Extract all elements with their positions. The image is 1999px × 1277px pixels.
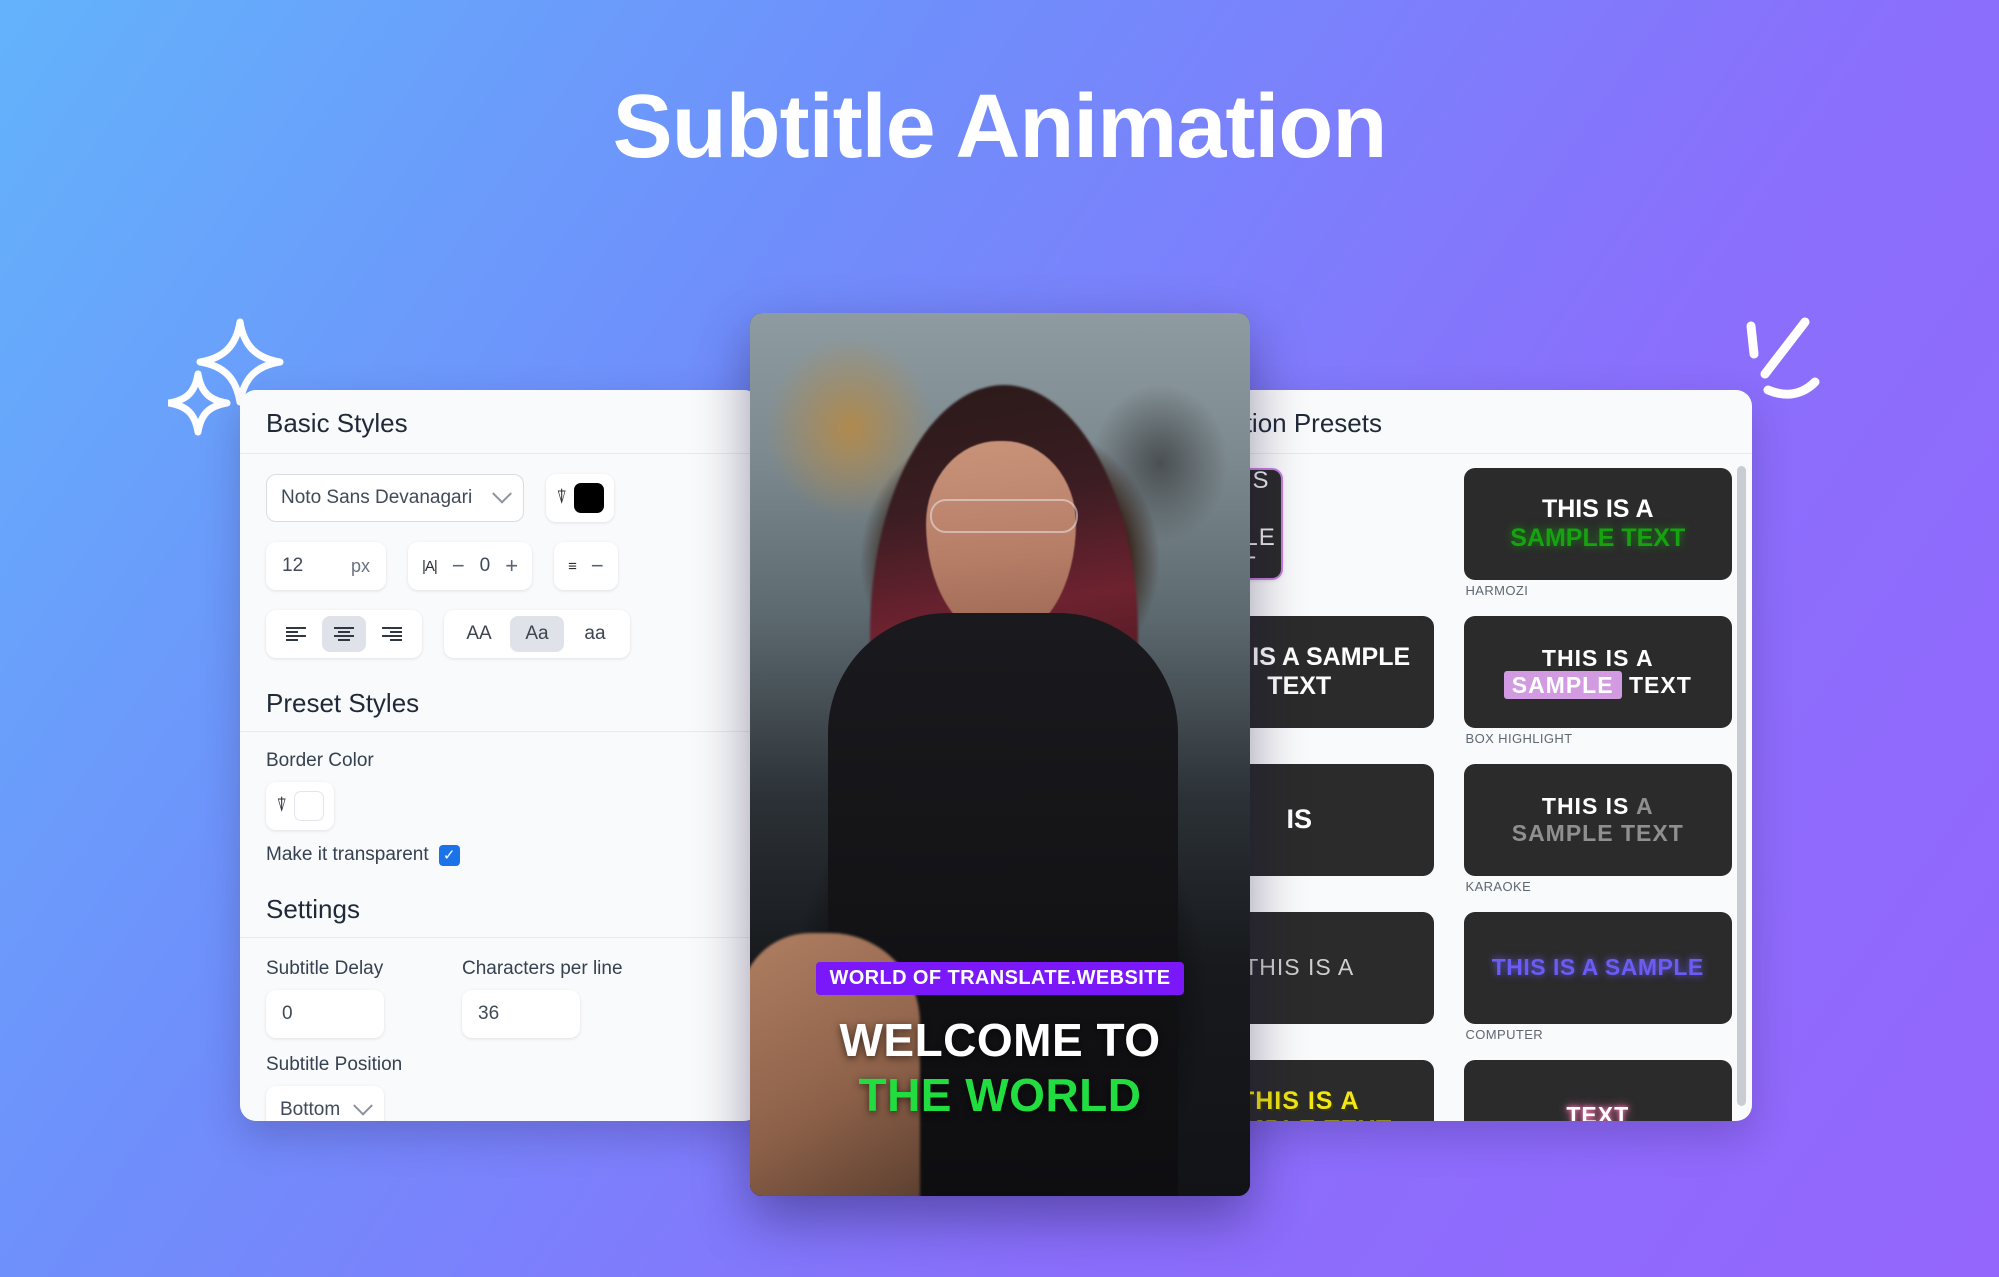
letter-spacing-decrease-button[interactable]: − (452, 555, 465, 577)
subtitle-line-1: WELCOME TO (839, 1014, 1161, 1067)
letter-spacing-increase-button[interactable]: + (505, 555, 518, 577)
text-align-group (266, 610, 422, 658)
preset-item: THIS IS A SAMPLE TEXT HARMOZI (1463, 468, 1732, 606)
preset-sample-text: THIS IS A (1244, 954, 1355, 981)
preset-item: TEXT (1463, 1060, 1732, 1121)
preset-sample-text: THIS IS ASAMPLE TEXT (1510, 494, 1686, 553)
align-left-button[interactable] (274, 616, 318, 652)
preset-label: HARMOZI (1465, 583, 1529, 598)
subtitle-line-2: THE WORLD (858, 1068, 1142, 1121)
align-case-row: AA Aa aa (266, 610, 734, 658)
paint-bucket-icon: ⍒ (275, 795, 288, 816)
case-lowercase-button[interactable]: aa (568, 616, 622, 652)
font-family-select[interactable]: Noto Sans Devanagari (266, 474, 524, 522)
chevron-down-icon (492, 483, 512, 504)
preset-card[interactable]: TEXT (1463, 1060, 1732, 1121)
subtitle-position-label: Subtitle Position (266, 1054, 403, 1075)
chars-per-line-input[interactable]: 36 (462, 990, 580, 1038)
font-size-value: 12 (282, 555, 304, 576)
preset-sample-text: THIS IS ASAMPLE TEXT (1511, 792, 1684, 846)
line-height-stepper[interactable]: ≡ − (554, 542, 618, 590)
preset-card[interactable]: THIS IS ASAMPLE TEXT (1463, 764, 1732, 876)
preset-card[interactable]: THIS IS ASAMPLE TEXT (1463, 616, 1732, 728)
preset-sample-text: TEXT (1566, 1102, 1630, 1121)
make-transparent-label: Make it transparent (266, 844, 429, 865)
preset-item: THIS IS A SAMPLE TEXT KARAOKE (1463, 764, 1732, 902)
subtitle-position-value: Bottom (280, 1099, 341, 1120)
text-case-group: AA Aa aa (444, 610, 630, 658)
subtitle-delay-label: Subtitle Delay (266, 958, 384, 979)
subtitle-position-select[interactable]: Bottom (266, 1086, 384, 1121)
text-color-swatch[interactable] (574, 483, 605, 513)
border-color-swatch[interactable] (294, 791, 325, 821)
subtitle-position-group: Subtitle Position Bottom (266, 1054, 734, 1121)
basic-styles-panel: Basic Styles Noto Sans Devanagari ⍒ 12 p… (240, 390, 760, 1121)
subtitle-delay-input[interactable]: 0 (266, 990, 384, 1038)
subtitle-badge: WORLD OF TRANSLATE.WEBSITE (816, 962, 1184, 996)
align-right-button[interactable] (370, 616, 414, 652)
make-transparent-row[interactable]: Make it transparent ✓ (266, 844, 734, 866)
line-height-decrease-button[interactable]: − (591, 555, 604, 577)
preset-sample-text: THIS IS A SAMPLE (1491, 954, 1704, 981)
case-uppercase-button[interactable]: AA (452, 616, 506, 652)
subject-glasses (930, 499, 1078, 533)
preset-sample-text: THIS IS ASAMPLE TEXT (1503, 645, 1692, 699)
line-height-icon: ≡ (568, 557, 577, 575)
chevron-down-icon (353, 1095, 373, 1116)
presets-scrollbar[interactable] (1737, 466, 1746, 1106)
subtitle-delay-group: Subtitle Delay 0 (266, 958, 384, 1038)
basic-styles-title: Basic Styles (240, 390, 760, 454)
make-transparent-checkbox[interactable]: ✓ (438, 844, 460, 866)
preset-sample-text: IS (1286, 804, 1312, 835)
settings-title: Settings (240, 884, 760, 938)
size-spacing-row: 12 px |A| − 0 + ≡ − (266, 542, 734, 590)
text-color-button[interactable]: ⍒ (546, 474, 614, 522)
preset-card[interactable]: THIS IS ASAMPLE TEXT (1463, 468, 1732, 580)
border-color-label: Border Color (266, 750, 374, 771)
font-family-value: Noto Sans Devanagari (281, 487, 473, 508)
page-title: Subtitle Animation (612, 77, 1388, 177)
preset-styles-title: Preset Styles (240, 678, 760, 732)
preset-grid: THIS IS A SAMPLE TEXTDEFAULTTHIS IS ASAM… (1165, 468, 1732, 1121)
letter-spacing-stepper[interactable]: |A| − 0 + (408, 542, 533, 590)
video-preview[interactable]: WORLD OF TRANSLATE.WEBSITE WELCOME TO TH… (750, 313, 1250, 1196)
preset-item: THIS IS A SAMPLE TEXT BOX HIGHLIGHT (1463, 616, 1732, 754)
preset-card[interactable]: THIS IS A SAMPLE (1463, 912, 1732, 1024)
preset-label: COMPUTER (1465, 1027, 1544, 1042)
paint-bucket-icon: ⍒ (555, 487, 568, 508)
letter-spacing-value: 0 (479, 555, 491, 576)
chars-per-line-group: Characters per line 36 (462, 958, 623, 1038)
case-titlecase-button[interactable]: Aa (510, 616, 564, 652)
font-size-unit: px (350, 555, 370, 576)
scribble-decoration-icon (1746, 317, 1820, 399)
font-size-input[interactable]: 12 px (266, 542, 386, 590)
letter-spacing-icon: |A| (422, 557, 438, 575)
video-subtitles: WORLD OF TRANSLATE.WEBSITE WELCOME TO TH… (750, 962, 1250, 1122)
preset-item: THIS IS A SAMPLE COMPUTER (1463, 912, 1732, 1050)
font-row: Noto Sans Devanagari ⍒ (266, 474, 734, 522)
chars-per-line-label: Characters per line (462, 958, 623, 979)
preset-label: KARAOKE (1465, 879, 1532, 894)
preset-label: BOX HIGHLIGHT (1465, 731, 1573, 746)
border-color-button[interactable]: ⍒ (266, 782, 334, 830)
align-center-button[interactable] (322, 616, 366, 652)
